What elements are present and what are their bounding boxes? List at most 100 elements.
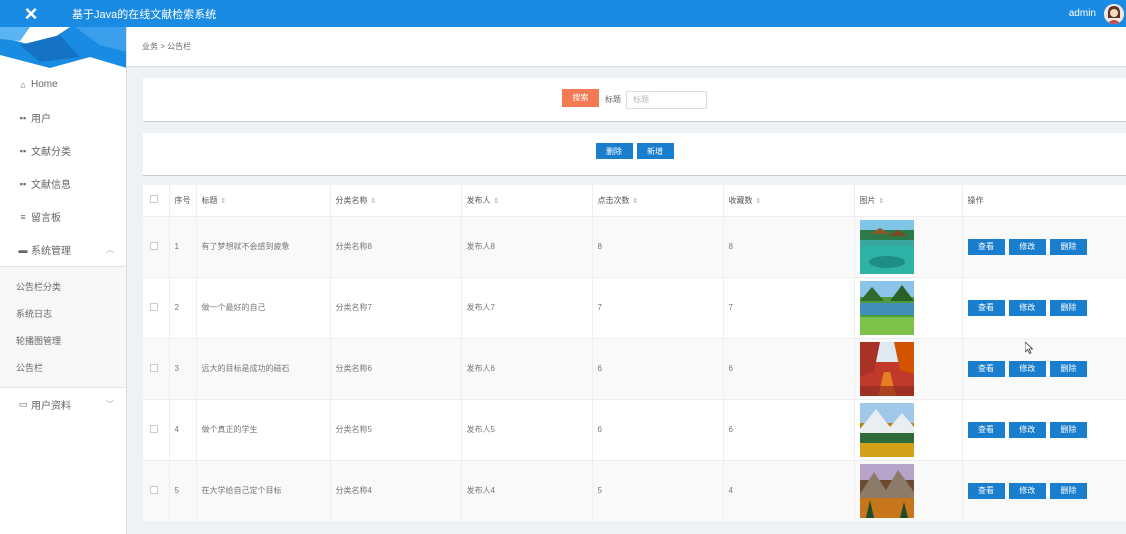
sort-icon: ⇕ [755, 197, 762, 205]
delete-button[interactable]: 删除 [1049, 238, 1087, 255]
cell-image [854, 398, 963, 460]
search-button[interactable]: 搜索 [562, 88, 599, 107]
delete-button[interactable]: 删除 [1049, 360, 1087, 377]
search-panel: 搜索 标题 [143, 78, 1126, 122]
cell-favorites: 8 [723, 215, 855, 277]
select-all-cell [143, 185, 170, 216]
header-image[interactable]: 图片 ⇕ [854, 185, 963, 216]
cell-actions: 查看 修改 删除 [962, 276, 1126, 338]
app-title: 基于Java的在线文献检索系统 [72, 8, 217, 21]
cell-category: 分类名称7 [330, 276, 462, 338]
submenu-item-notice[interactable]: 公告栏 [0, 354, 126, 381]
header-label: 收藏数 [728, 195, 753, 205]
row-checkbox[interactable] [150, 424, 158, 433]
cell-category: 分类名称8 [330, 215, 462, 277]
header-title[interactable]: 标题 ⇕ [196, 185, 331, 216]
header-no: 序号 [169, 185, 197, 216]
view-button[interactable]: 查看 [967, 482, 1005, 499]
submenu-item-system-log[interactable]: 系统日志 [0, 300, 126, 327]
cell-clicks: 6 [592, 337, 724, 399]
home-icon: ⌂ [20, 79, 26, 90]
cell-title: 在大学给自己定个目标 [196, 459, 331, 521]
sidebar-item-message-board[interactable]: ≡ 留言板 [0, 200, 126, 233]
view-button[interactable]: 查看 [967, 238, 1005, 255]
row-checkbox[interactable] [150, 302, 158, 311]
sidebar-item-profile[interactable]: ▭ 用户资料 ﹀ [0, 388, 126, 421]
bulk-delete-button[interactable]: 删除 [595, 143, 633, 159]
sort-icon: ⇕ [632, 197, 639, 205]
sort-icon: ⇕ [370, 197, 377, 205]
view-button[interactable]: 查看 [967, 421, 1005, 438]
sidebar-item-users[interactable]: ▪▪ 用户 [0, 101, 126, 134]
row-checkbox[interactable] [150, 363, 158, 372]
cell-favorites: 6 [723, 398, 855, 460]
edit-button[interactable]: 修改 [1008, 299, 1046, 316]
autumn-path-image [859, 341, 914, 396]
edit-button[interactable]: 修改 [1008, 360, 1046, 377]
table-row: 5 在大学给自己定个目标 分类名称4 发布人4 5 4 查看 修改 删除 [143, 459, 1126, 521]
edit-button[interactable]: 修改 [1008, 238, 1046, 255]
header-label: 图片 [859, 195, 876, 205]
add-button[interactable]: 新增 [636, 143, 674, 159]
header-favorites[interactable]: 收藏数 ⇕ [723, 185, 855, 216]
sidebar-item-label: 用户 [31, 114, 51, 125]
cell-clicks: 5 [592, 459, 724, 521]
sidebar-item-system[interactable]: ▬ 系统管理 ︿ [0, 233, 126, 266]
list-icon: ≡ [20, 211, 26, 222]
cell-category: 分类名称4 [330, 459, 462, 521]
edit-button[interactable]: 修改 [1008, 421, 1046, 438]
mouse-cursor-icon [1025, 342, 1033, 354]
submenu-item-notice-category[interactable]: 公告栏分类 [0, 273, 126, 300]
cell-category: 分类名称5 [330, 398, 462, 460]
username: admin [1068, 8, 1096, 19]
user-menu[interactable]: admin [1069, 0, 1126, 27]
row-checkbox[interactable] [150, 485, 158, 494]
cell-title: 有了梦想就不会感到疲惫 [196, 215, 331, 277]
edit-button[interactable]: 修改 [1008, 482, 1046, 499]
briefcase-icon: ▬ [18, 244, 28, 255]
sidebar-item-label: 系统管理 [31, 246, 71, 257]
sort-icon: ⇕ [878, 197, 885, 205]
sidebar-item-label: 留言板 [31, 213, 61, 224]
cell-category: 分类名称6 [330, 337, 462, 399]
cell-clicks: 6 [592, 398, 724, 460]
sidebar-item-doc-info[interactable]: ▪▪ 文献信息 [0, 167, 126, 200]
search-label: 标题 [605, 95, 621, 104]
header-label: 点击次数 [597, 195, 630, 205]
sidebar-item-home[interactable]: ⌂ Home [0, 68, 126, 101]
delete-button[interactable]: 删除 [1049, 421, 1087, 438]
row-checkbox[interactable] [150, 241, 158, 250]
sidebar: ⌂ Home ▪▪ 用户 ▪▪ 文献分类 ▪▪ 文献信息 ≡ 留言板 ▬ 系统管… [0, 27, 127, 534]
cell-no: 4 [169, 398, 197, 460]
delete-button[interactable]: 删除 [1049, 299, 1087, 316]
header-label: 标题 [201, 195, 218, 205]
cell-publisher: 发布人6 [461, 337, 593, 399]
sidebar-item-doc-category[interactable]: ▪▪ 文献分类 [0, 134, 126, 167]
view-button[interactable]: 查看 [967, 299, 1005, 316]
breadcrumb: 业务 > 公告栏 [127, 27, 1126, 67]
header-publisher[interactable]: 发布人 ⇕ [461, 185, 593, 216]
cell-favorites: 7 [723, 276, 855, 338]
green-lake-image [859, 280, 914, 335]
header-clicks[interactable]: 点击次数 ⇕ [592, 185, 724, 216]
table-row: 2 做一个最好的自己 分类名称7 发布人7 7 7 查看 修改 删除 [143, 276, 1126, 338]
close-icon[interactable]: × [0, 0, 62, 27]
cell-no: 1 [169, 215, 197, 277]
header-category[interactable]: 分类名称 ⇕ [330, 185, 462, 216]
top-bar: × 基于Java的在线文献检索系统 admin [0, 0, 1126, 27]
cell-image [854, 337, 963, 399]
sidebar-item-label: 文献分类 [31, 147, 71, 158]
submenu-item-carousel[interactable]: 轮播图管理 [0, 327, 126, 354]
grid-icon: ▪▪ [19, 145, 27, 156]
avatar[interactable] [1104, 3, 1124, 24]
view-button[interactable]: 查看 [967, 360, 1005, 377]
cell-publisher: 发布人4 [461, 459, 593, 521]
cell-favorites: 6 [723, 337, 855, 399]
data-table: 序号 标题 ⇕ 分类名称 ⇕ 发布人 ⇕ 点击次数 ⇕ 收藏数 ⇕ 图片 ⇕ 操作 1 有了… [143, 185, 1126, 521]
search-input[interactable] [626, 90, 707, 109]
sidebar-item-label: 文献信息 [31, 180, 71, 191]
chevron-down-icon: ﹀ [106, 400, 114, 409]
cell-image [854, 459, 963, 521]
select-all-checkbox[interactable] [150, 195, 158, 204]
delete-button[interactable]: 删除 [1049, 482, 1087, 499]
